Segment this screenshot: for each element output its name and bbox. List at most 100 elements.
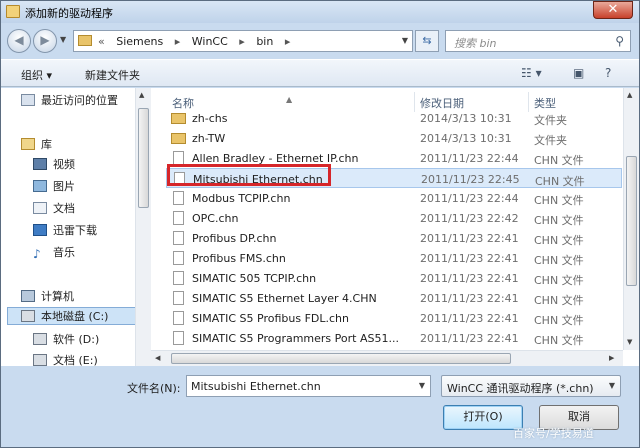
help-icon[interactable]: ? xyxy=(605,66,611,80)
folder-icon xyxy=(78,35,92,46)
nav-item-xunlei[interactable]: 迅雷下载 xyxy=(33,222,97,240)
back-button[interactable]: ◀ xyxy=(7,29,31,53)
list-item[interactable]: Allen Bradley - Ethernet IP.chn 2011/11/2… xyxy=(166,148,622,168)
file-icon xyxy=(173,291,184,305)
list-item[interactable]: SIMATIC 505 TCPIP.chn 2011/11/23 22:41 CHN… xyxy=(166,268,622,288)
breadcrumb-separator-icon[interactable]: ▸ xyxy=(285,35,291,48)
filename-value: Mitsubishi Ethernet.chn xyxy=(191,380,321,393)
title-bar[interactable]: 添加新的驱动程序 ✕ xyxy=(1,1,639,23)
file-date: 2014/3/13 10:31 xyxy=(420,112,512,125)
breadcrumb-item[interactable]: WinCC xyxy=(192,35,228,48)
file-date: 2011/11/23 22:41 xyxy=(420,272,519,285)
nav-item-recent[interactable]: 最近访问的位置 xyxy=(21,92,118,110)
watermark: 百家号/学技易道 xyxy=(513,427,594,440)
scroll-left-icon[interactable]: ◀ xyxy=(155,354,160,362)
file-type: CHN 文件 xyxy=(534,234,584,247)
scroll-thumb[interactable] xyxy=(138,108,149,208)
list-item[interactable]: Profibus FMS.chn 2011/11/23 22:41 CHN 文件 xyxy=(166,248,622,268)
close-button[interactable]: ✕ xyxy=(593,1,633,19)
list-item[interactable]: Modbus TCPIP.chn 2011/11/23 22:44 CHN 文件 xyxy=(166,188,622,208)
file-date: 2011/11/23 22:45 xyxy=(421,173,520,186)
file-date: 2014/3/13 10:31 xyxy=(420,132,512,145)
file-date: 2011/11/23 22:44 xyxy=(420,152,519,165)
refresh-button[interactable]: ⇆ xyxy=(415,30,439,52)
file-type: 文件夹 xyxy=(534,114,567,127)
preview-pane-icon[interactable]: ▣ xyxy=(573,66,584,80)
nav-item-drive-c[interactable]: 本地磁盘 (C:) xyxy=(7,307,147,325)
file-icon xyxy=(173,271,184,285)
breadcrumb-separator-icon[interactable]: ▸ xyxy=(175,35,181,48)
back-arrow-icon: ◀ xyxy=(14,33,24,47)
nav-item-music[interactable]: ♪ 音乐 xyxy=(33,244,75,262)
sort-ascending-icon: ▲ xyxy=(286,95,293,104)
file-type: CHN 文件 xyxy=(534,294,584,307)
nav-item-label: 迅雷下载 xyxy=(53,224,97,237)
recent-places-icon xyxy=(21,94,35,106)
file-name: OPC.chn xyxy=(192,212,239,225)
nav-item-computer[interactable]: 计算机 xyxy=(21,288,74,306)
nav-item-label: 图片 xyxy=(53,180,75,193)
folder-icon xyxy=(171,133,186,144)
nav-scrollbar[interactable]: ▲ xyxy=(135,88,151,366)
chevron-down-icon[interactable]: ▼ xyxy=(402,36,408,45)
nav-item-drive-d[interactable]: 软件 (D:) xyxy=(33,331,99,349)
horizontal-scrollbar[interactable]: ◀ ▶ xyxy=(151,350,623,366)
scroll-up-icon[interactable]: ▲ xyxy=(627,91,632,99)
file-date: 2011/11/23 22:44 xyxy=(420,192,519,205)
file-type: CHN 文件 xyxy=(534,254,584,267)
new-folder-button[interactable]: 新建文件夹 xyxy=(85,67,140,83)
address-bar[interactable]: « Siemens ▸ WinCC ▸ bin ▸ ▼ xyxy=(73,30,413,52)
scroll-thumb[interactable] xyxy=(626,156,637,286)
list-item[interactable]: SIMATIC S5 Profibus FDL.chn 2011/11/23 22… xyxy=(166,308,622,328)
scroll-right-icon[interactable]: ▶ xyxy=(609,354,614,362)
file-icon xyxy=(173,251,184,265)
search-icon[interactable]: ⚲ xyxy=(615,34,624,48)
nav-item-label: 视频 xyxy=(53,158,75,171)
file-type: 文件夹 xyxy=(534,134,567,147)
breadcrumb-item[interactable]: Siemens xyxy=(116,35,163,48)
breadcrumb: « Siemens ▸ WinCC ▸ bin ▸ xyxy=(98,35,298,48)
breadcrumb-separator-icon[interactable]: ▸ xyxy=(239,35,245,48)
breadcrumb-item[interactable]: bin xyxy=(256,35,273,48)
open-button[interactable]: 打开(O) xyxy=(443,405,523,430)
breadcrumb-overflow-icon[interactable]: « xyxy=(98,35,105,48)
list-item[interactable]: SIMATIC S5 Programmers Port AS51... 2011/… xyxy=(166,328,622,348)
filename-field[interactable]: Mitsubishi Ethernet.chn ▼ xyxy=(186,375,431,397)
file-date: 2011/11/23 22:41 xyxy=(420,232,519,245)
file-type: CHN 文件 xyxy=(534,194,584,207)
view-options-icon[interactable]: ☷ ▾ xyxy=(521,66,542,80)
file-icon xyxy=(173,191,184,205)
list-item[interactable]: OPC.chn 2011/11/23 22:42 CHN 文件 xyxy=(166,208,622,228)
file-type-filter[interactable]: WinCC 通讯驱动程序 (*.chn) ▼ xyxy=(441,375,621,397)
file-icon xyxy=(173,331,184,345)
organize-button[interactable]: 组织 ▾ xyxy=(21,67,52,83)
file-type: CHN 文件 xyxy=(534,314,584,327)
list-item-selected[interactable]: Mitsubishi Ethernet.chn 2011/11/23 22:45 C… xyxy=(166,168,622,188)
nav-item-label: 本地磁盘 (C:) xyxy=(41,310,109,323)
nav-item-video[interactable]: 视频 xyxy=(33,156,75,174)
file-date: 2011/11/23 22:42 xyxy=(420,212,519,225)
file-list-scrollbar[interactable]: ▲ ▼ xyxy=(623,88,639,350)
nav-item-pictures[interactable]: 图片 xyxy=(33,178,75,196)
list-item[interactable]: Profibus DP.chn 2011/11/23 22:41 CHN 文件 xyxy=(166,228,622,248)
scroll-thumb[interactable] xyxy=(171,353,511,364)
document-icon xyxy=(33,202,47,214)
drive-icon xyxy=(33,354,47,366)
file-name: SIMATIC S5 Ethernet Layer 4.CHN xyxy=(192,292,377,305)
scroll-down-icon[interactable]: ▼ xyxy=(627,338,632,346)
nav-item-library[interactable]: 库 xyxy=(21,136,52,154)
forward-button[interactable]: ▶ xyxy=(33,29,57,53)
list-item[interactable]: zh-chs 2014/3/13 10:31 文件夹 xyxy=(166,108,622,128)
chevron-down-icon[interactable]: ▼ xyxy=(419,381,425,390)
recent-locations-dropdown[interactable]: ▼ xyxy=(60,35,66,44)
window-title: 添加新的驱动程序 xyxy=(25,7,113,20)
nav-item-documents[interactable]: 文档 xyxy=(33,200,75,218)
list-item[interactable]: SIMATIC S5 Ethernet Layer 4.CHN 2011/11/2… xyxy=(166,288,622,308)
chevron-down-icon[interactable]: ▼ xyxy=(609,381,615,390)
file-type: CHN 文件 xyxy=(534,274,584,287)
scroll-up-icon[interactable]: ▲ xyxy=(139,91,144,99)
nav-item-label: 计算机 xyxy=(41,290,74,303)
nav-item-drive-e[interactable]: 文档 (E:) xyxy=(33,352,98,366)
list-item[interactable]: zh-TW 2014/3/13 10:31 文件夹 xyxy=(166,128,622,148)
search-input[interactable]: 搜索 bin ⚲ xyxy=(445,30,631,52)
